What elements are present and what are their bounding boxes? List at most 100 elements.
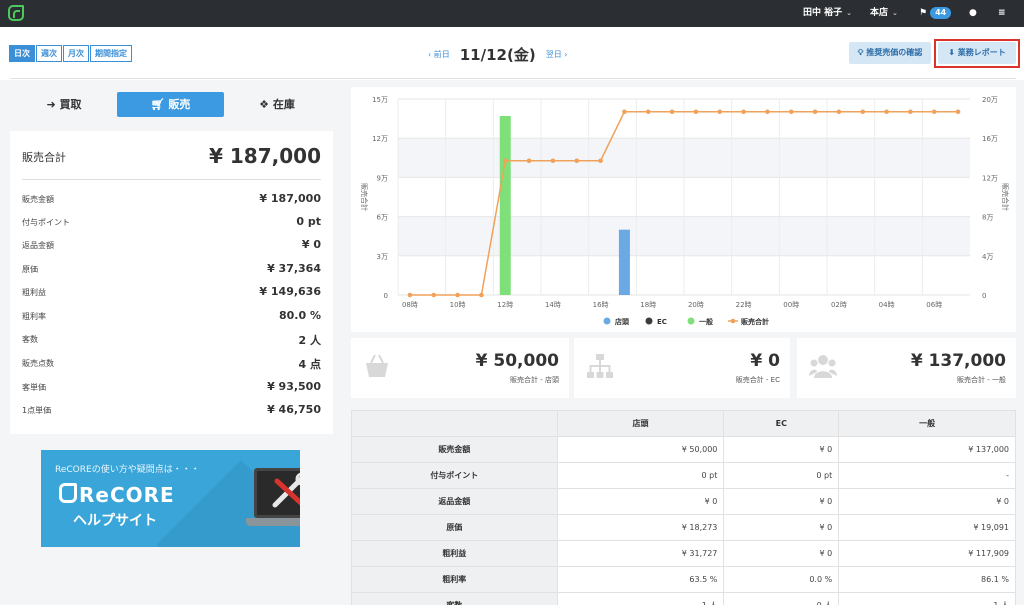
table-header-row: 店頭 EC 一般: [351, 410, 1016, 437]
y-left-tick-label: 0: [384, 292, 388, 300]
summary-row: 原価 ¥ 37,364: [22, 259, 321, 282]
y-right-tick-label: 20万: [982, 96, 998, 104]
channel-breakdown-table: 店頭 EC 一般 販売金額 ¥ 50,000 ¥ 0 ¥ 137,000 付与ポイント…: [351, 410, 1016, 605]
summary-row: 付与ポイント 0 pt: [22, 212, 321, 235]
price-check-label: 推奨売価の確認: [866, 48, 923, 57]
summary-row-value: 80.0 %: [279, 309, 321, 322]
line-point: [645, 109, 651, 115]
app-logo-icon[interactable]: [8, 5, 24, 21]
x-tick-label: 14時: [545, 301, 561, 309]
table-row: 客数1 人0 人1 人: [351, 592, 1016, 605]
line-point: [788, 109, 794, 115]
tab-daily[interactable]: 日次: [9, 45, 35, 62]
summary-row-label: 販売金額: [22, 195, 54, 204]
chart-svg: 03万6万9万12万15万04万8万12万16万20万販売合計 販売合計08時 10…: [360, 96, 1010, 326]
notification-badge: 44: [930, 6, 952, 19]
line-point: [431, 292, 437, 298]
row-label: 販売金額: [351, 436, 558, 463]
sales-summary-card: 販売合計 ¥ 187,000 販売金額 ¥ 187,000 付与ポイント 0 pt …: [10, 131, 333, 434]
next-day-link[interactable]: 翌日 ›: [546, 49, 568, 60]
store-menu[interactable]: 本店 ⌄: [870, 0, 898, 27]
chevron-down-icon: ⌄: [892, 9, 898, 17]
mode-tab-inventory[interactable]: ❖ 在庫: [246, 92, 308, 117]
table-cell: 86.1 %: [838, 566, 1016, 593]
kpi-value: ¥ 0: [750, 351, 780, 371]
summary-row-value: 4 点: [298, 358, 321, 371]
legend-label: 店頭: [615, 317, 630, 326]
y-left-axis-title: 販売合計: [360, 183, 369, 211]
download-icon: ⬇: [948, 48, 955, 57]
kpi-value: ¥ 137,000: [910, 351, 1006, 371]
x-tick-label: 00時: [783, 301, 799, 309]
bar-一般: [499, 115, 511, 295]
x-tick-label: 18時: [640, 301, 656, 309]
mode-tab-sales[interactable]: 🛒︎ 販売: [117, 92, 224, 117]
summary-total: ¥ 187,000: [209, 144, 321, 168]
line-point: [479, 292, 484, 298]
user-menu[interactable]: 田中 裕子 ⌄: [803, 0, 852, 27]
prev-day-link[interactable]: ‹ 前日: [428, 49, 450, 60]
chat-button[interactable]: ●: [969, 0, 977, 27]
table-cell: ¥ 0: [723, 436, 840, 463]
summary-row-value: ¥ 93,500: [267, 380, 321, 393]
table-cell: 0 pt: [723, 462, 840, 489]
line-point: [550, 158, 556, 164]
row-label: 付与ポイント: [351, 462, 558, 489]
table-cell: 1 人: [838, 592, 1016, 605]
table-cell: ¥ 137,000: [838, 436, 1016, 463]
tab-monthly[interactable]: 月次: [63, 45, 89, 62]
row-label: 粗利率: [351, 566, 558, 593]
line-point: [455, 292, 460, 298]
summary-row-label: 返品金額: [22, 241, 54, 250]
line-point: [693, 109, 699, 115]
table-cell: ¥ 0: [556, 488, 725, 515]
help-site-banner[interactable]: ReCOREの使い方や疑問点は・・・ ReCORE ヘルプサイト: [41, 450, 300, 547]
y-right-tick-label: 8万: [982, 214, 993, 222]
line-point: [622, 109, 627, 115]
summary-divider: [22, 179, 321, 180]
cart-icon: 🛒︎: [150, 98, 165, 111]
row-label: 粗利益: [351, 540, 558, 567]
y-right-tick-label: 12万: [982, 174, 998, 182]
table-cell: ¥ 31,727: [556, 540, 725, 567]
table-header-cell: EC: [723, 410, 840, 437]
y-right-axis-title: 販売合計: [1001, 183, 1010, 211]
banner-tagline: ReCOREの使い方や疑問点は・・・: [55, 465, 200, 475]
legend-marker: [645, 317, 653, 325]
hamburger-icon: ≡: [998, 8, 1006, 18]
table-header-cell: 一般: [838, 410, 1016, 437]
table-cell: 0 人: [723, 592, 840, 605]
mode-tab-purchase[interactable]: ➜ 買取: [34, 92, 94, 117]
price-check-button[interactable]: 💡︎ 推奨売価の確認: [849, 42, 931, 64]
mode-label-sales: 販売: [168, 98, 191, 111]
table-cell: ¥ 117,909: [838, 540, 1016, 567]
legend-marker: [687, 317, 695, 325]
kpi-card-store: ¥ 50,000 販売合計 - 店頭: [351, 338, 569, 398]
summary-row-value: ¥ 0: [301, 238, 321, 251]
notifications-button[interactable]: ⚑ 44: [919, 0, 952, 27]
basket-icon: [363, 352, 391, 380]
summary-row-value: ¥ 187,000: [259, 192, 321, 205]
summary-row-label: 粗利率: [22, 312, 46, 321]
summary-row-value: ¥ 46,750: [267, 403, 321, 416]
kpi-label: 販売合計 - 店頭: [510, 376, 559, 384]
table-cell: 63.5 %: [556, 566, 725, 593]
x-tick-label: 16時: [593, 301, 609, 309]
summary-title: 販売合計: [22, 151, 66, 164]
summary-row-label: 1点単価: [22, 406, 52, 415]
row-label: 返品金額: [351, 488, 558, 515]
line-point: [574, 158, 580, 164]
business-report-button[interactable]: ⬇ 業務レポート: [938, 42, 1016, 64]
menu-button[interactable]: ≡: [998, 0, 1006, 27]
x-tick-label: 20時: [688, 301, 704, 309]
tab-custom-range[interactable]: 期間指定: [90, 45, 132, 62]
tab-weekly[interactable]: 週次: [36, 45, 62, 62]
line-point: [669, 109, 675, 115]
summary-row-value: 0 pt: [296, 215, 321, 228]
business-report-label: 業務レポート: [957, 48, 1006, 57]
kpi-value: ¥ 50,000: [475, 351, 559, 371]
legend-label: EC: [657, 318, 667, 326]
summary-row-value: ¥ 149,636: [259, 285, 321, 298]
line-point: [908, 109, 913, 115]
table-row: 返品金額 ¥ 0 ¥ 0 ¥ 0: [351, 488, 1016, 515]
